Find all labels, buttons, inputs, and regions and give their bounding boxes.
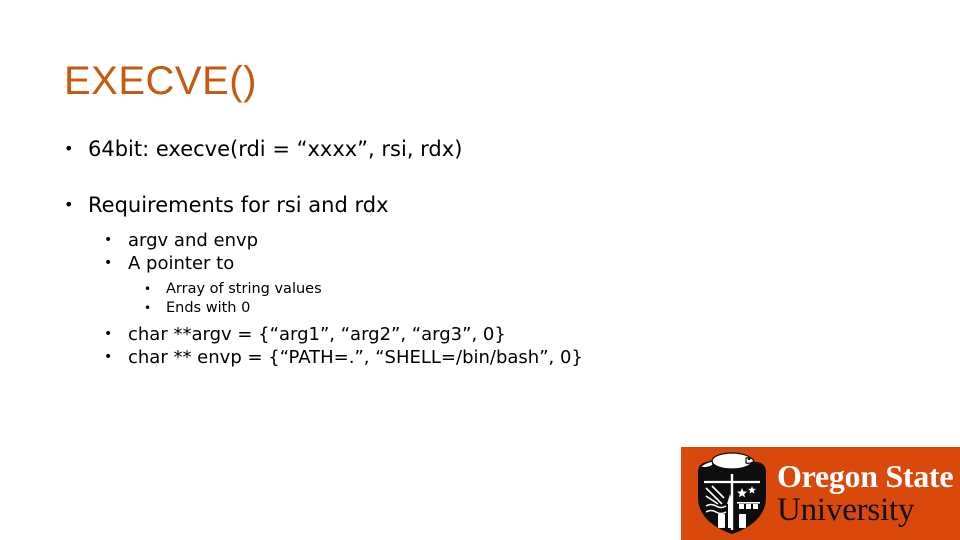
bullet-text: A pointer to (128, 253, 235, 274)
bullet-text: argv and envp (128, 230, 259, 251)
osu-wordmark: Oregon State University (777, 459, 957, 531)
bullet-marker-icon: • (104, 232, 113, 248)
bullet-text: Ends with 0 (166, 300, 251, 316)
slide-body: • 64bit: execve(rdi = “xxxx”, rsi, rdx) … (64, 136, 744, 369)
osu-wordmark-line2: University (777, 492, 915, 528)
bullet-level2-argv-envp: • argv and envp (104, 229, 744, 252)
bullet-marker-icon: • (104, 326, 113, 342)
bullet-text: char **argv = {“arg1”, “arg2”, “arg3”, 0… (128, 324, 506, 345)
osu-wordmark-line1: Oregon State (777, 458, 954, 494)
bullet-text: 64bit: execve(rdi = “xxxx”, rsi, rdx) (88, 137, 463, 161)
bullet-text: Requirements for rsi and rdx (88, 193, 389, 217)
bullet-text: Array of string values (166, 281, 322, 297)
bullet-marker-icon: • (64, 195, 74, 214)
bullet-marker-icon: • (104, 349, 113, 365)
page-title: EXECVE() (64, 59, 257, 103)
bullet-level2-a-pointer-to: • A pointer to (104, 252, 744, 275)
bullet-level2-char-envp: • char ** envp = {“PATH=.”, “SHELL=/bin/… (104, 346, 744, 369)
bullet-marker-icon: • (104, 255, 113, 271)
bullet-level3-ends-with-0: • Ends with 0 (144, 299, 744, 318)
slide-canvas: EXECVE() • 64bit: execve(rdi = “xxxx”, r… (0, 0, 960, 540)
bullet-level1-requirements: • Requirements for rsi and rdx (64, 192, 744, 218)
bullet-text: char ** envp = {“PATH=.”, “SHELL=/bin/ba… (128, 347, 583, 368)
bullet-marker-icon: • (144, 282, 152, 296)
bullet-marker-icon: • (144, 301, 152, 315)
bullet-level2-char-argv: • char **argv = {“arg1”, “arg2”, “arg3”,… (104, 323, 744, 346)
oregon-state-university-logo: Oregon State University (681, 447, 960, 540)
bullet-level1-execve: • 64bit: execve(rdi = “xxxx”, rsi, rdx) (64, 136, 744, 162)
beaver-crest-shield-icon (692, 452, 772, 536)
bullet-level3-array-of-string-values: • Array of string values (144, 280, 744, 299)
bullet-marker-icon: • (64, 139, 74, 158)
